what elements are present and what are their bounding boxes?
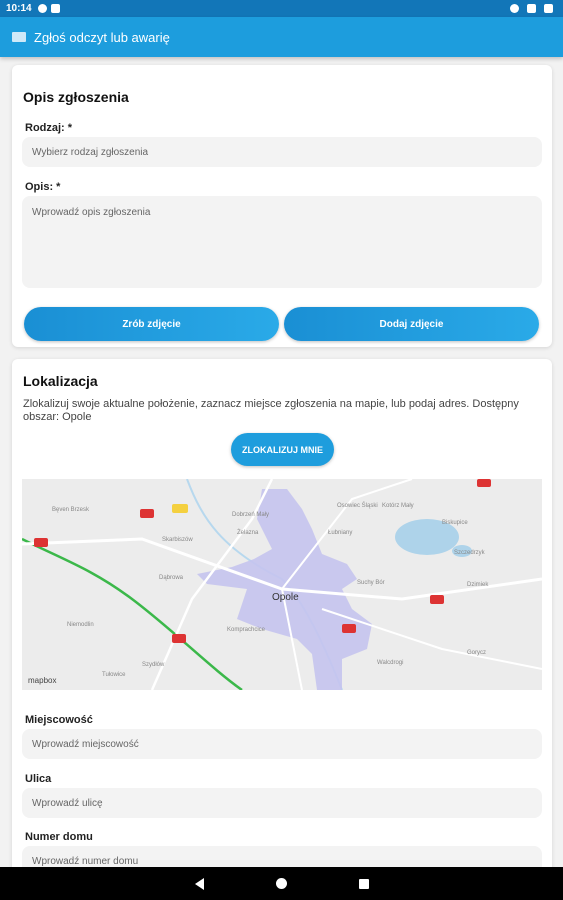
svg-text:Żelazna: Żelazna [237, 529, 259, 536]
map-canvas: Opole Bęven Brzesk Dobrzeń Mały Żelazna … [22, 479, 542, 690]
svg-text:Osowiec Śląski: Osowiec Śląski [337, 501, 378, 509]
house-number-label: Numer domu [25, 831, 93, 843]
svg-text:Łubniany: Łubniany [328, 530, 352, 536]
status-time: 10:14 [6, 3, 32, 14]
page-title: Zgłoś odczyt lub awarię [34, 29, 170, 45]
status-bar: 10:14 [0, 0, 563, 17]
main-content[interactable]: Opis zgłoszenia Rodzaj: * Wybierz rodzaj… [0, 57, 563, 867]
signal-icon [527, 4, 536, 13]
system-nav-bar [0, 867, 563, 900]
svg-text:Komprachcice: Komprachcice [227, 627, 266, 633]
svg-text:Kotórz Mały: Kotórz Mały [382, 503, 414, 509]
map-view[interactable]: Opole Bęven Brzesk Dobrzeń Mały Żelazna … [22, 479, 542, 690]
svg-text:Niemodlin: Niemodlin [67, 622, 94, 628]
svg-text:Skarbiszów: Skarbiszów [162, 537, 193, 543]
home-icon[interactable] [275, 878, 287, 889]
recent-apps-icon[interactable] [358, 878, 369, 889]
location-card-title: Lokalizacja [23, 373, 98, 389]
street-input[interactable]: Wprowadź ulicę [22, 788, 542, 818]
description-card: Opis zgłoszenia Rodzaj: * Wybierz rodzaj… [12, 65, 552, 347]
battery-icon [544, 4, 553, 13]
location-card: Lokalizacja Zlokalizuj swoje aktualne po… [12, 359, 552, 867]
wifi-icon [510, 4, 519, 13]
app-bar: Zgłoś odczyt lub awarię [0, 17, 563, 57]
svg-text:Bęven Brzesk: Bęven Brzesk [52, 507, 90, 513]
description-card-title: Opis zgłoszenia [23, 89, 129, 105]
type-label: Rodzaj: * [25, 122, 73, 134]
svg-text:Walcdrogi: Walcdrogi [377, 660, 403, 666]
svg-text:Dąbrowa: Dąbrowa [159, 575, 184, 581]
mapbox-logo: mapbox [28, 676, 56, 685]
map-city-label: Opole [272, 592, 299, 603]
back-icon[interactable] [194, 877, 204, 890]
svg-text:Suchy Bór: Suchy Bór [357, 580, 385, 586]
notification-icon [37, 4, 47, 13]
street-label: Ulica [25, 773, 52, 785]
town-input[interactable]: Wprowadź miejscowość [22, 729, 542, 759]
sd-card-icon [50, 4, 60, 13]
add-photo-button[interactable]: Dodaj zdjęcie [284, 307, 539, 341]
svg-text:Szczedrzyk: Szczedrzyk [454, 550, 486, 556]
type-select[interactable]: Wybierz rodzaj zgłoszenia [22, 137, 542, 167]
take-photo-button[interactable]: Zrób zdjęcie [24, 307, 279, 341]
menu-icon[interactable] [12, 32, 26, 42]
location-description: Zlokalizuj swoje aktualne położenie, zaz… [23, 398, 519, 423]
description-input[interactable]: Wprowadź opis zgłoszenia [22, 196, 542, 288]
svg-text:Dzimiek: Dzimiek [467, 582, 489, 588]
svg-text:Dobrzeń Mały: Dobrzeń Mały [232, 512, 269, 518]
town-label: Miejscowość [25, 714, 93, 726]
description-label: Opis: * [25, 181, 61, 193]
house-number-input[interactable]: Wprowadź numer domu [22, 846, 542, 867]
svg-text:Tułowice: Tułowice [102, 672, 126, 678]
svg-text:Gorycz: Gorycz [467, 650, 486, 656]
locate-me-button[interactable]: ZLOKALIZUJ MNIE [231, 433, 334, 466]
svg-text:Szydłów: Szydłów [142, 662, 165, 668]
svg-text:Biskupice: Biskupice [442, 520, 468, 526]
